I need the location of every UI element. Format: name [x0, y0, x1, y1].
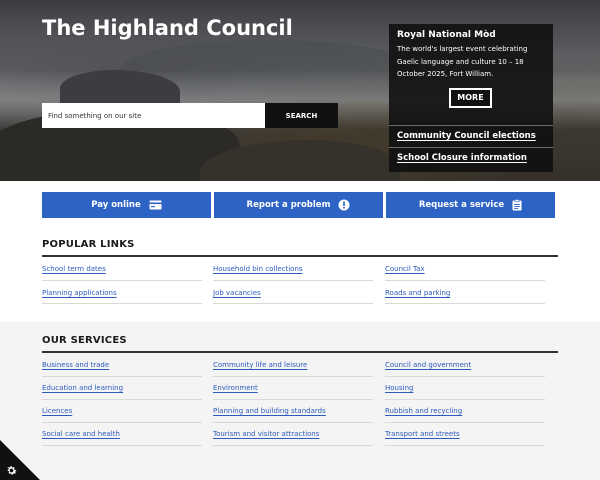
business-trade-link[interactable]: Business and trade — [42, 361, 109, 369]
row-divider — [42, 376, 202, 377]
search-input[interactable] — [42, 103, 265, 128]
section-divider — [42, 351, 558, 353]
row-divider — [385, 303, 545, 304]
tourism-link[interactable]: Tourism and visitor attractions — [213, 430, 319, 438]
social-care-link[interactable]: Social care and health — [42, 430, 120, 438]
education-learning-link[interactable]: Education and learning — [42, 384, 123, 392]
job-vacancies-link[interactable]: Job vacancies — [213, 289, 261, 297]
school-closure-link[interactable]: School Closure information — [397, 153, 527, 163]
row-divider — [42, 422, 202, 423]
row-divider — [385, 422, 545, 423]
action-label: Pay online — [91, 200, 141, 210]
card-icon — [149, 200, 162, 210]
site-title[interactable]: The Highland Council — [42, 16, 293, 40]
row-divider — [385, 376, 545, 377]
row-divider — [385, 445, 545, 446]
row-divider — [42, 303, 202, 304]
school-term-dates-link[interactable]: School term dates — [42, 265, 106, 273]
planning-building-link[interactable]: Planning and building standards — [213, 407, 326, 415]
row-divider — [213, 376, 373, 377]
action-label: Report a problem — [246, 200, 331, 210]
row-divider — [213, 422, 373, 423]
row-divider — [213, 280, 373, 281]
action-label: Request a service — [418, 200, 505, 210]
community-life-link[interactable]: Community life and leisure — [213, 361, 307, 369]
our-services-heading: OUR SERVICES — [42, 335, 127, 346]
environment-link[interactable]: Environment — [213, 384, 258, 392]
row-divider — [385, 399, 545, 400]
row-divider — [213, 445, 373, 446]
pay-online-button[interactable]: Pay online — [42, 192, 211, 218]
transport-streets-link[interactable]: Transport and streets — [385, 430, 460, 438]
row-divider — [42, 280, 202, 281]
row-divider — [42, 445, 202, 446]
promo-text: The world's largest event celebrating Ga… — [397, 45, 528, 78]
more-button[interactable]: MORE — [449, 88, 492, 108]
community-council-elections-link[interactable]: Community Council elections — [397, 131, 536, 141]
popular-links-heading: POPULAR LINKS — [42, 239, 135, 250]
search-button[interactable]: SEARCH — [265, 103, 338, 128]
planning-applications-link[interactable]: Planning applications — [42, 289, 117, 297]
promo-title: Royal National Mòd — [397, 30, 496, 40]
licences-link[interactable]: Licences — [42, 407, 72, 415]
promo-divider — [389, 125, 553, 126]
row-divider — [385, 280, 545, 281]
report-problem-button[interactable]: Report a problem — [214, 192, 383, 218]
promo-panel: Royal National Mòd The world's largest e… — [389, 24, 553, 172]
section-divider — [42, 255, 558, 257]
clipboard-icon — [512, 199, 522, 211]
council-tax-link[interactable]: Council Tax — [385, 265, 425, 273]
row-divider — [42, 399, 202, 400]
gear-icon[interactable] — [5, 462, 18, 475]
request-service-button[interactable]: Request a service — [386, 192, 555, 218]
promo-divider — [389, 147, 553, 148]
bin-collections-link[interactable]: Household bin collections — [213, 265, 303, 273]
housing-link[interactable]: Housing — [385, 384, 413, 392]
row-divider — [213, 303, 373, 304]
row-divider — [213, 399, 373, 400]
rubbish-recycling-link[interactable]: Rubbish and recycling — [385, 407, 462, 415]
roads-parking-link[interactable]: Roads and parking — [385, 289, 450, 297]
council-government-link[interactable]: Council and government — [385, 361, 471, 369]
alert-icon — [338, 199, 350, 211]
